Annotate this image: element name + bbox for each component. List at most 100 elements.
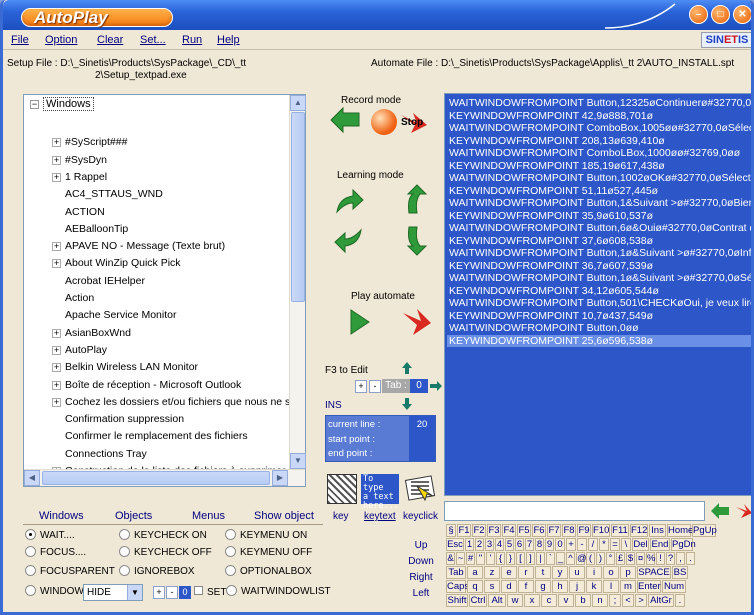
script-line[interactable]: KEYWINDOWFROMPOINT 42,9ø888,701ø [449,110,653,122]
radio-icon[interactable] [225,546,236,557]
tab-show-object[interactable]: Show object [254,510,314,522]
keyboard-key[interactable]: F11 [611,524,629,537]
keyboard-key[interactable]: 4 [495,538,504,551]
keyboard-key[interactable]: m [620,580,636,593]
keyboard-key[interactable]: v [558,594,574,607]
keyboard-key[interactable]: n [592,594,608,607]
keyboard-key[interactable]: @ [576,552,587,565]
play-arrow-icon[interactable] [343,307,375,337]
mode-keytext-label[interactable]: keytext [364,511,396,522]
expand-icon[interactable]: + [52,172,61,182]
radio-icon[interactable] [119,529,130,540]
keyboard-key[interactable]: z [484,566,500,579]
keyboard-key[interactable]: o [603,566,619,579]
keyboard-key[interactable]: x [524,594,540,607]
tab-menus[interactable]: Menus [192,510,225,522]
keyboard-key[interactable]: + [566,538,576,551]
keyboard-key[interactable]: § [446,524,456,537]
title-bar[interactable]: AutoPlay – □ ✕ [3,0,751,30]
keyboard-key[interactable]: Home [667,524,693,537]
keyboard-key[interactable]: ° [606,552,615,565]
keyclick-mode-icon[interactable] [405,474,437,504]
keyboard-key[interactable]: i [586,566,602,579]
set-checkbox[interactable] [194,586,203,595]
keyboard-key[interactable]: 1 [465,538,474,551]
keyboard-key[interactable]: F9 [577,524,591,537]
keyboard-key[interactable]: ¤ [636,552,645,565]
cancel-arrow-icon[interactable] [735,503,753,519]
script-line[interactable]: WAITWINDOWFROMPOINT Button,1&Suivant >ø#… [449,197,751,209]
keyboard-key[interactable]: End [650,538,670,551]
radio-icon[interactable] [25,565,36,576]
script-line[interactable]: KEYWINDOWFROMPOINT 51,11ø527,445ø [449,185,658,197]
direction-left-button[interactable]: Left [403,587,439,601]
command-input[interactable] [444,501,705,521]
keyboard-key[interactable]: PgUp [692,524,717,537]
keyboard-key[interactable]: { [496,552,505,565]
keyboard-key[interactable]: | [536,552,545,565]
keyboard-key[interactable]: g [535,580,551,593]
radio-icon[interactable] [25,529,36,540]
keyboard-key[interactable]: F10 [592,524,610,537]
keyboard-key[interactable]: t [535,566,551,579]
close-button[interactable]: ✕ [733,5,751,24]
keyboard-key[interactable]: r [518,566,534,579]
option-focus[interactable]: FOCUS.... [25,546,86,558]
script-line[interactable]: KEYWINDOWFROMPOINT 34,12ø605,544ø [449,285,659,297]
arrow-up-small-icon[interactable] [401,361,413,375]
keyboard-key[interactable]: - [577,538,587,551]
script-line[interactable]: KEYWINDOWFROMPOINT 35,9ø610,537ø [449,210,653,222]
expand-icon[interactable]: + [52,242,61,252]
arrow-right-small-icon[interactable] [429,381,443,391]
keyboard-key[interactable]: e [501,566,517,579]
stop-play-icon[interactable] [401,307,433,337]
option-wait[interactable]: WAIT.... [25,529,75,541]
script-line[interactable]: KEYWINDOWFROMPOINT 185,19ø617,438ø [449,160,665,172]
script-list[interactable]: WAITWINDOWFROMPOINT Button,12325øContinu… [444,93,751,496]
keyboard-key[interactable]: Num [662,580,686,593]
keyboard-key[interactable]: / [588,538,598,551]
option-optionalbox[interactable]: OPTIONALBOX [225,565,312,577]
menu-option[interactable]: Option [45,34,77,46]
expand-icon[interactable]: + [52,363,61,373]
menu-set[interactable]: Set... [140,34,166,46]
keyboard-key[interactable]: f [518,580,534,593]
keyboard-key[interactable]: ! [656,552,665,565]
script-line[interactable]: WAITWINDOWFROMPOINT Button,1ø&Suivant >ø… [449,272,751,284]
keyboard-key[interactable]: $ [626,552,635,565]
keyboard-key[interactable]: F5 [517,524,531,537]
expand-icon[interactable]: + [52,155,61,165]
option-keymenu-off[interactable]: KEYMENU OFF [225,546,312,558]
keyboard-key[interactable]: F3 [487,524,501,537]
option-keycheck-on[interactable]: KEYCHECK ON [119,529,207,541]
hscroll-thumb[interactable] [42,471,270,485]
script-line[interactable]: WAITWINDOWFROMPOINT Button,501\CHECKøOui… [449,297,751,309]
radio-icon[interactable] [25,585,36,596]
tree-root[interactable]: − Windows [30,97,94,111]
scroll-thumb[interactable] [291,112,305,302]
keyboard-key[interactable]: F12 [630,524,648,537]
keyboard-key[interactable]: p [620,566,636,579]
script-line[interactable]: WAITWINDOWFROMPOINT Button,12325øContinu… [449,97,751,109]
keyboard-key[interactable]: ) [596,552,605,565]
mode-key-label[interactable]: key [333,511,349,522]
keyboard-key[interactable]: 2 [475,538,484,551]
keyboard-key[interactable]: _ [556,552,565,565]
plus-button[interactable]: + [355,380,367,393]
keyboard-key[interactable]: % [646,552,655,565]
keyboard-key[interactable]: k [586,580,602,593]
expand-icon[interactable]: + [52,397,61,407]
keyboard-key[interactable]: 7 [525,538,534,551]
learn-arrow-down-icon[interactable] [399,226,431,256]
script-line[interactable]: KEYWINDOWFROMPOINT 25,6ø596,538ø [447,334,751,347]
radio-icon[interactable] [119,565,130,576]
keyboard-key[interactable]: > [635,594,647,607]
keyboard-key[interactable]: . [686,552,695,565]
radio-icon[interactable] [226,585,237,596]
windows-tree[interactable]: − Windows + #SyScript### + #SysDyn +1 Rappel A… [23,94,306,487]
confirm-arrow-icon[interactable] [709,503,731,519]
chevron-down-icon[interactable]: ▼ [127,585,142,600]
keyboard-key[interactable]: 5 [505,538,514,551]
script-line[interactable]: WAITWINDOWFROMPOINT Button,1002øOKø#3277… [449,172,751,184]
keyboard-key[interactable]: Ctrl [469,594,487,607]
